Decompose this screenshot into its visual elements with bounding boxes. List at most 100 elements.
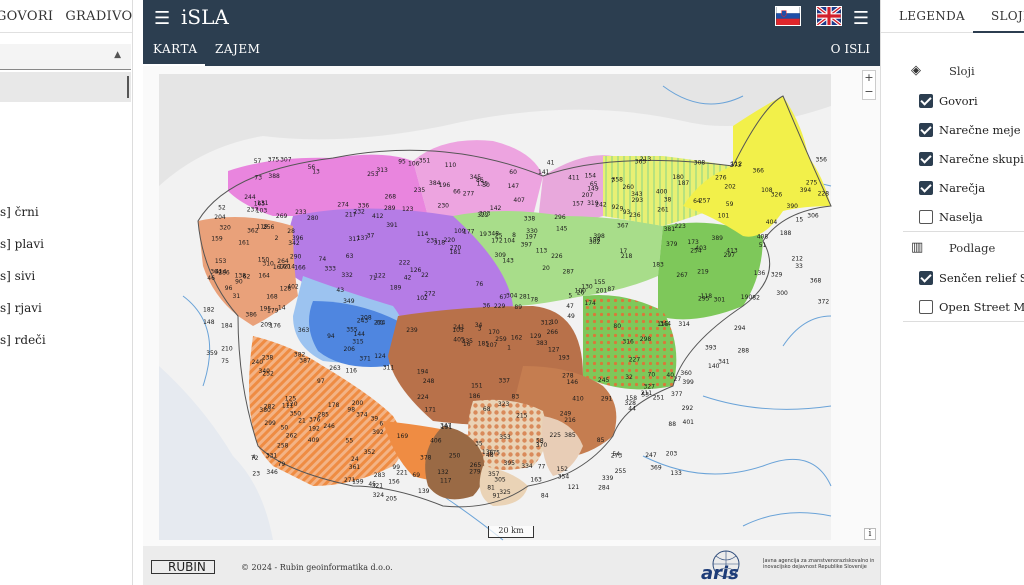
settlement-number[interactable]: 142 xyxy=(490,205,502,212)
settlement-number[interactable]: 372 xyxy=(818,298,830,305)
settlement-number[interactable]: 82 xyxy=(752,294,760,301)
settlement-number[interactable]: 225 xyxy=(550,432,562,439)
settlement-number[interactable]: 51 xyxy=(759,242,767,249)
settlement-number[interactable]: 398 xyxy=(593,233,605,240)
settlement-number[interactable]: 41 xyxy=(547,159,555,166)
settlement-number[interactable]: 146 xyxy=(567,379,579,386)
settlement-number[interactable]: 157 xyxy=(572,201,584,208)
settlement-number[interactable]: 251 xyxy=(653,395,665,402)
settlement-number[interactable]: 228 xyxy=(818,191,830,198)
settlement-number[interactable]: 113 xyxy=(536,247,548,254)
settlement-number[interactable]: 226 xyxy=(551,253,563,260)
settlement-number[interactable]: 401 xyxy=(683,419,695,426)
settlement-number[interactable]: 347 xyxy=(440,422,452,429)
settlement-number[interactable]: 387 xyxy=(299,357,311,364)
settlement-number[interactable]: 307 xyxy=(280,156,292,163)
settlement-number[interactable]: 122 xyxy=(374,273,386,280)
settlement-number[interactable]: 374 xyxy=(356,411,368,418)
legend-item[interactable]: s] črni xyxy=(0,205,39,219)
checkbox-relief[interactable] xyxy=(919,271,933,285)
settlement-number[interactable]: 332 xyxy=(341,272,353,279)
settlement-number[interactable]: 227 xyxy=(629,356,641,363)
settlement-number[interactable]: 215 xyxy=(516,413,528,420)
settlement-number[interactable]: 79 xyxy=(278,461,286,468)
settlement-number[interactable]: 284 xyxy=(598,485,610,492)
settlement-number[interactable]: 46 xyxy=(207,275,215,282)
settlement-number[interactable]: 218 xyxy=(621,253,633,260)
settlement-number[interactable]: 327 xyxy=(644,384,656,391)
settlement-number[interactable]: 333 xyxy=(325,265,337,272)
settlement-number[interactable]: 66 xyxy=(453,189,461,196)
settlement-number[interactable]: 238 xyxy=(262,354,274,361)
settlement-number[interactable]: 31 xyxy=(233,293,241,300)
settlement-number[interactable]: 276 xyxy=(715,175,727,182)
map-view[interactable]: 1 2 3 4 5 6 7 8 9 10 13 14 15 16 17 19 20 21 22 23 24 25 26 27 2… xyxy=(143,66,880,546)
settlement-number[interactable]: 392 xyxy=(372,429,384,436)
options-menu-icon[interactable]: ☰ xyxy=(853,8,869,29)
settlement-number[interactable]: 400 xyxy=(656,188,668,195)
settlement-number[interactable]: 204 xyxy=(214,214,226,221)
settlement-number[interactable]: 414 xyxy=(215,268,227,275)
settlement-number[interactable]: 381 xyxy=(664,226,676,233)
settlement-number[interactable]: 310 xyxy=(262,261,274,268)
settlement-number[interactable]: 271 xyxy=(344,477,356,484)
settlement-number[interactable]: 325 xyxy=(499,489,511,496)
settlement-number[interactable]: 32 xyxy=(625,374,633,381)
legend-item[interactable]: s] rdeči xyxy=(0,333,46,347)
settlement-number[interactable]: 384 xyxy=(429,180,441,187)
layer-narecne-skupine[interactable]: Narečne skupine xyxy=(939,152,1024,166)
settlement-number[interactable]: 139 xyxy=(418,488,430,495)
settlement-number[interactable]: 329 xyxy=(771,272,783,279)
settlement-number[interactable]: 394 xyxy=(800,187,812,194)
settlement-number[interactable]: 189 xyxy=(390,284,402,291)
settlement-number[interactable]: 396 xyxy=(292,235,304,242)
settlement-number[interactable]: 110 xyxy=(445,162,457,169)
settlement-number[interactable]: 361 xyxy=(349,464,361,471)
settlement-number[interactable]: 56 xyxy=(308,164,316,171)
settlement-number[interactable]: 291 xyxy=(601,396,613,403)
settlement-number[interactable]: 233 xyxy=(295,209,307,216)
settlement-number[interactable]: 187 xyxy=(678,180,690,187)
settlement-number[interactable]: 63 xyxy=(346,253,354,260)
settlement-number[interactable]: 306 xyxy=(807,212,819,219)
settlement-number[interactable]: 321 xyxy=(372,482,384,489)
settlement-number[interactable]: 389 xyxy=(712,235,724,242)
settlement-number[interactable]: 162 xyxy=(511,335,523,342)
settlement-number[interactable]: 121 xyxy=(568,484,580,491)
settlement-number[interactable]: 133 xyxy=(670,470,682,477)
base-relief[interactable]: Senčen relief Slovenije xyxy=(939,271,1024,285)
settlement-number[interactable]: 247 xyxy=(645,452,657,459)
settlement-number[interactable]: 169 xyxy=(397,433,409,440)
layer-narecne-meje[interactable]: Narečne meje xyxy=(939,123,1021,137)
settlement-number[interactable]: 43 xyxy=(336,287,344,294)
settlement-number[interactable]: 234 xyxy=(374,320,386,327)
settlement-number[interactable]: 145 xyxy=(556,225,568,232)
settlement-number[interactable]: 295 xyxy=(698,296,710,303)
settlement-number[interactable]: 264 xyxy=(277,258,289,265)
settlement-number[interactable]: 262 xyxy=(286,433,298,440)
settlement-number[interactable]: 156 xyxy=(388,478,400,485)
settlement-number[interactable]: 386 xyxy=(245,312,257,319)
settlement-number[interactable]: 368 xyxy=(810,278,822,285)
checkbox-naselja[interactable] xyxy=(919,210,933,224)
settlement-number[interactable]: 21 xyxy=(298,418,306,425)
settlement-number[interactable]: 328 xyxy=(625,400,637,407)
settlement-number[interactable]: 281 xyxy=(519,294,531,301)
settlement-number[interactable]: 20 xyxy=(542,265,550,272)
settlement-number[interactable]: 287 xyxy=(563,268,575,275)
slovenian-flag-icon[interactable] xyxy=(775,6,801,26)
tab-karta[interactable]: KARTA xyxy=(153,42,197,56)
settlement-number[interactable]: 331 xyxy=(266,453,278,460)
settlement-number[interactable]: 161 xyxy=(238,240,250,247)
settlement-number[interactable]: 126 xyxy=(410,267,422,274)
settlement-number[interactable]: 350 xyxy=(290,410,302,417)
settlement-number[interactable]: 266 xyxy=(547,329,559,336)
settlement-number[interactable]: 50 xyxy=(281,425,289,432)
settlement-number[interactable]: 319 xyxy=(587,200,599,207)
settlement-number[interactable]: 411 xyxy=(568,175,580,182)
settlement-number[interactable]: 87 xyxy=(607,286,615,293)
settlement-number[interactable]: 52 xyxy=(218,204,226,211)
settlement-number[interactable]: 344 xyxy=(660,321,672,328)
settlement-number[interactable]: 184 xyxy=(221,323,233,330)
settlement-number[interactable]: 279 xyxy=(469,469,481,476)
